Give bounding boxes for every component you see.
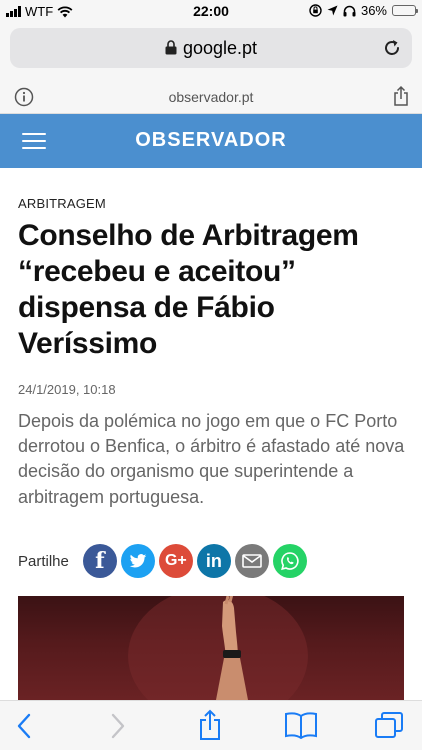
site-info-bar: observador.pt: [0, 80, 422, 114]
google-plus-icon: G+: [164, 552, 187, 569]
linkedin-icon: in: [205, 550, 222, 571]
back-icon[interactable]: [16, 713, 32, 739]
facebook-icon: f: [95, 548, 105, 574]
whatsapp-icon: [280, 552, 299, 571]
facebook-share-button[interactable]: f: [82, 544, 117, 578]
url-text: google.pt: [182, 38, 258, 58]
reload-icon[interactable]: [382, 38, 402, 58]
site-header: OBSERVADOR: [0, 114, 422, 168]
email-icon: [242, 554, 262, 568]
article-hero-image[interactable]: [18, 596, 404, 700]
lock-icon: [165, 40, 177, 55]
linkedin-share-button[interactable]: in: [196, 544, 231, 578]
google-plus-share-button[interactable]: G+: [158, 544, 193, 578]
status-bar: WTF 22:00 36%: [0, 0, 422, 24]
twitter-share-button[interactable]: [120, 544, 155, 578]
article-headline: Conselho de Arbitragem “recebeu e aceito…: [18, 219, 359, 360]
site-logo[interactable]: OBSERVADOR: [0, 129, 422, 152]
browser-toolbar: [0, 700, 422, 750]
share-icon[interactable]: [392, 85, 410, 107]
twitter-icon: [129, 553, 147, 568]
address-display[interactable]: google.pt: [10, 38, 412, 59]
article-date: 24/1/2019, 10:18: [18, 382, 116, 397]
share-row: Partilhe f G+ in: [18, 544, 311, 578]
location-icon: [327, 5, 338, 16]
forward-icon[interactable]: [110, 713, 126, 739]
referee-arm-image: [128, 596, 308, 700]
email-share-button[interactable]: [234, 544, 269, 578]
bookmarks-icon[interactable]: [284, 711, 318, 739]
article-section[interactable]: ARBITRAGEM: [18, 196, 408, 211]
article: ARBITRAGEM Conselho de Arbitragem “receb…: [18, 196, 408, 510]
share-icon[interactable]: [198, 709, 222, 741]
whatsapp-share-button[interactable]: [272, 544, 307, 578]
status-right: 36%: [309, 3, 418, 18]
site-domain: observador.pt: [168, 89, 254, 105]
battery-percent: 36%: [360, 3, 387, 18]
rotation-lock-icon: [309, 4, 322, 17]
tabs-icon[interactable]: [374, 711, 404, 739]
address-bar[interactable]: google.pt: [10, 28, 412, 68]
share-label: Partilhe: [18, 552, 69, 570]
headphones-icon: [343, 5, 356, 16]
battery-icon: [392, 5, 418, 16]
article-lead: Depois da polémica no jogo em que o FC P…: [18, 411, 405, 507]
browser-address-area: google.pt: [0, 24, 422, 80]
